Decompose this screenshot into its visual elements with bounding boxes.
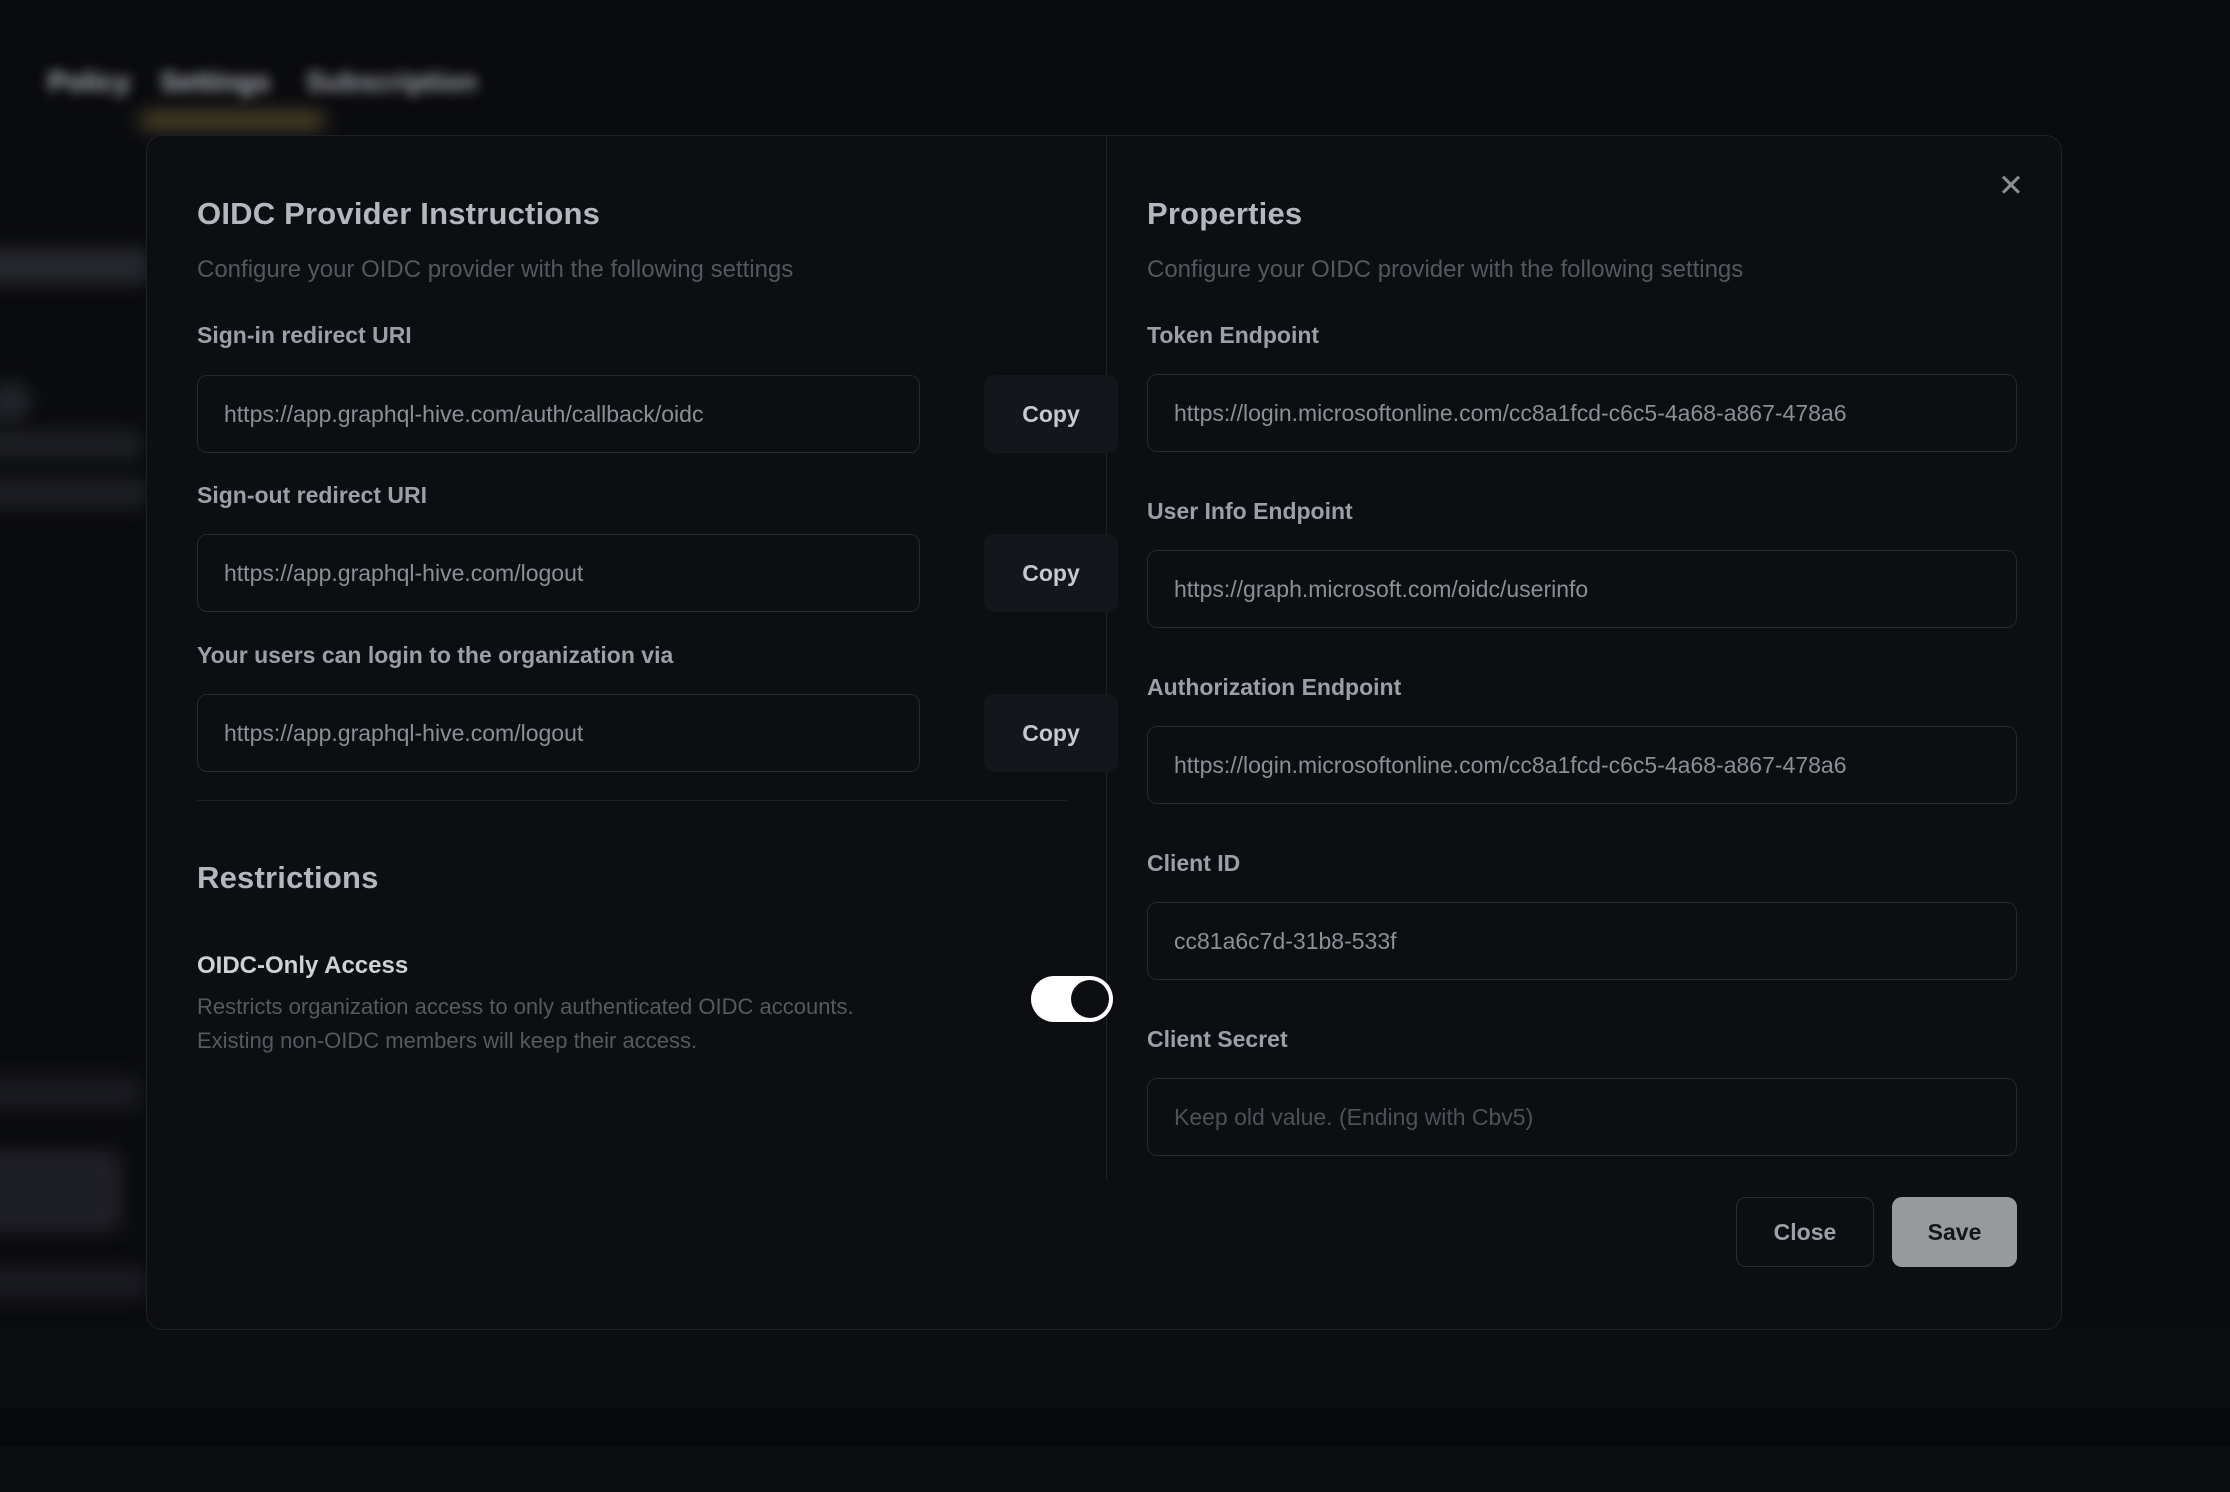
- client-id-input[interactable]: [1147, 902, 2017, 980]
- save-button[interactable]: Save: [1892, 1197, 2017, 1267]
- sign-out-redirect-uri-label: Sign-out redirect URI: [197, 482, 427, 509]
- copy-sign-in-uri-button[interactable]: Copy: [984, 375, 1118, 453]
- toggle-knob: [1071, 980, 1109, 1018]
- oidc-only-access-description: Restricts organization access to only au…: [197, 990, 854, 1058]
- token-endpoint-label: Token Endpoint: [1147, 322, 1319, 349]
- modal-column-divider: [1106, 136, 1107, 1180]
- background-blurred-text: [0, 1076, 142, 1110]
- instructions-subtitle: Configure your OIDC provider with the fo…: [197, 256, 793, 284]
- sign-in-redirect-uri-label: Sign-in redirect URI: [197, 322, 412, 349]
- oidc-only-access-toggle[interactable]: [1031, 976, 1113, 1022]
- tab-policy[interactable]: Policy: [48, 66, 130, 98]
- client-secret-input[interactable]: [1147, 1078, 2017, 1156]
- close-button[interactable]: Close: [1736, 1197, 1874, 1267]
- active-tab-underline: [140, 114, 325, 127]
- copy-organization-login-uri-button[interactable]: Copy: [984, 694, 1118, 772]
- tab-settings[interactable]: Settings: [160, 66, 270, 98]
- properties-title: Properties: [1147, 196, 1302, 232]
- sign-in-redirect-uri-input[interactable]: [197, 375, 920, 453]
- background-blurred-button: [0, 1150, 122, 1232]
- organization-login-uri-input[interactable]: [197, 694, 920, 772]
- background-dark-band: [0, 1408, 2230, 1446]
- restrictions-divider: [197, 800, 1067, 801]
- background-blurred-text: [0, 248, 150, 284]
- modal-footer: Close Save: [1736, 1197, 2017, 1267]
- tab-subscription[interactable]: Subscription: [306, 66, 477, 98]
- authorization-endpoint-input[interactable]: [1147, 726, 2017, 804]
- background-blurred-text: [0, 1266, 148, 1300]
- properties-section: Properties Configure your OIDC provider …: [1147, 136, 2017, 1329]
- oidc-instructions-section: OIDC Provider Instructions Configure you…: [197, 136, 1069, 1329]
- authorization-endpoint-label: Authorization Endpoint: [1147, 674, 1401, 701]
- page-background: Policy Settings Subscription ✕ OIDC Prov…: [0, 0, 2230, 1492]
- instructions-title: OIDC Provider Instructions: [197, 196, 600, 232]
- properties-subtitle: Configure your OIDC provider with the fo…: [1147, 256, 1743, 284]
- tab-bar: Policy Settings Subscription: [0, 0, 2230, 135]
- copy-sign-out-uri-button[interactable]: Copy: [984, 534, 1118, 612]
- organization-login-uri-label: Your users can login to the organization…: [197, 642, 673, 669]
- client-id-label: Client ID: [1147, 850, 1240, 877]
- oidc-only-access-label: OIDC-Only Access: [197, 952, 408, 980]
- token-endpoint-input[interactable]: [1147, 374, 2017, 452]
- background-blurred-text: [0, 478, 148, 508]
- client-secret-label: Client Secret: [1147, 1026, 1288, 1053]
- background-blurred-text: [0, 430, 142, 460]
- description-line-1: Restricts organization access to only au…: [197, 994, 854, 1019]
- background-blurred-dot: [0, 382, 32, 422]
- description-line-2: Existing non-OIDC members will keep thei…: [197, 1028, 697, 1053]
- user-info-endpoint-input[interactable]: [1147, 550, 2017, 628]
- restrictions-heading: Restrictions: [197, 860, 379, 896]
- oidc-settings-modal: ✕ OIDC Provider Instructions Configure y…: [146, 135, 2062, 1330]
- sign-out-redirect-uri-input[interactable]: [197, 534, 920, 612]
- user-info-endpoint-label: User Info Endpoint: [1147, 498, 1353, 525]
